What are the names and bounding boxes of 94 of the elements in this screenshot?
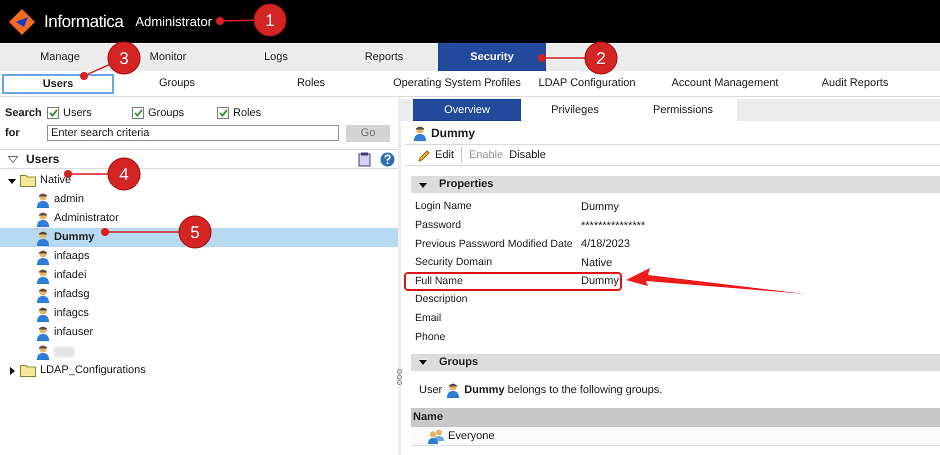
for-label: for [5, 126, 21, 141]
property-value: *************** [581, 218, 646, 234]
search-label: Search [5, 106, 43, 121]
user-icon [36, 192, 50, 208]
checkbox[interactable] [132, 107, 144, 119]
checkbox[interactable] [217, 107, 229, 119]
brand-name: Informatica [44, 10, 124, 33]
table-cell-text: Everyone [448, 428, 494, 444]
tree-item[interactable]: infauser [0, 323, 98, 342]
property-label: Security Domain [415, 255, 494, 270]
section-title: Properties [439, 177, 494, 192]
sub-tab[interactable]: LDAP Configuration [532, 74, 642, 94]
folder-icon [20, 364, 36, 377]
sub-tab[interactable]: Operating System Profiles [382, 74, 532, 94]
main-tab[interactable]: Reports [362, 43, 406, 71]
property-value: Native [581, 256, 612, 271]
tree-label: admin [54, 192, 84, 208]
tree-item[interactable]: infadsg [0, 285, 94, 304]
groups-sentence: Dummy belongs to the following groups. [464, 382, 662, 398]
product-name: Administrator [135, 12, 212, 31]
user-icon [36, 268, 50, 284]
tree-label: infadsg [54, 287, 90, 302]
caret-right-icon[interactable] [8, 366, 16, 374]
sub-tab[interactable]: Roles [240, 74, 382, 94]
sub-tab[interactable]: Account Management [642, 74, 808, 94]
tree-label: Administrator [54, 211, 119, 226]
main-tab[interactable]: Monitor [148, 43, 188, 71]
help-icon[interactable] [380, 152, 395, 166]
main-tab[interactable]: Manage [38, 43, 82, 71]
tree-item[interactable]: infadei [0, 266, 90, 285]
check-icon [218, 109, 228, 117]
user-icon [36, 248, 50, 264]
toolbar-button[interactable]: Disable [506, 146, 549, 164]
splitter-grip-icon[interactable] [397, 369, 402, 385]
collapse-icon[interactable] [8, 156, 18, 162]
property-label: Previous Password Modified Date [415, 236, 574, 252]
property-label: Login Name [415, 199, 473, 214]
caret-down-icon[interactable] [8, 176, 16, 184]
checkbox[interactable] [47, 107, 59, 119]
check-icon [134, 109, 142, 117]
pencil-icon [418, 148, 431, 162]
sub-tab[interactable]: Audit Reports [808, 74, 902, 94]
check-icon [48, 109, 58, 117]
blurred-name [54, 346, 74, 356]
table-header: Name [411, 408, 940, 427]
group-icon [427, 428, 445, 444]
user-icon [36, 210, 50, 226]
tree-label: Native [40, 173, 72, 188]
logo-icon [8, 8, 36, 36]
toolbar-button[interactable]: Edit [415, 146, 457, 164]
property-label: Full Name [415, 274, 464, 289]
user-icon [36, 324, 50, 340]
panel-title: Users [26, 151, 60, 168]
property-label: Email [415, 310, 442, 326]
tree-item[interactable]: Administrator [0, 209, 123, 228]
sub-tab[interactable]: Users [2, 74, 114, 94]
detail-tab[interactable]: Privileges [521, 99, 629, 121]
tree-label: infaaps [54, 249, 90, 264]
user-title: Dummy [431, 125, 476, 142]
section-title: Groups [439, 355, 478, 370]
tree-label: infagcs [54, 306, 89, 322]
property-label: Password [415, 218, 462, 234]
user-icon [36, 286, 50, 302]
detail-tab[interactable]: Overview [413, 99, 521, 121]
checkbox-label: Groups [148, 106, 184, 121]
caret-down-icon[interactable] [419, 180, 427, 188]
user-icon [36, 230, 50, 246]
tree-label: infadei [54, 268, 86, 284]
sentence-prefix: User [419, 382, 442, 398]
tree-label: LDAP_Configurations [40, 363, 146, 378]
property-value: Dummy [581, 274, 619, 290]
checkbox-label: Users [63, 106, 92, 121]
user-icon [36, 306, 50, 322]
property-value: 4/18/2023 [581, 237, 630, 252]
main-tab[interactable]: Security [438, 43, 546, 71]
user-icon [446, 382, 460, 398]
main-tab[interactable]: Logs [262, 43, 290, 71]
tree-item[interactable]: Native [0, 171, 76, 190]
property-label: Phone [415, 330, 446, 345]
tree-label: Dummy [54, 230, 94, 246]
property-value: Dummy [581, 200, 619, 216]
tree-item[interactable]: infagcs [0, 304, 93, 323]
tree-item[interactable]: admin [0, 190, 88, 209]
folder-icon [20, 174, 36, 187]
search-field[interactable]: Enter search criteria [47, 125, 339, 141]
detail-tab[interactable]: Permissions [629, 99, 737, 121]
caret-down-icon[interactable] [419, 358, 427, 366]
checkbox-label: Roles [233, 106, 262, 121]
tree-item[interactable]: LDAP_Configurations [0, 361, 150, 380]
user-icon [36, 344, 50, 360]
property-label: Description [415, 292, 469, 308]
user-icon [413, 125, 427, 141]
tree-item[interactable]: infaaps [0, 247, 94, 266]
tree-label: infauser [54, 325, 94, 340]
